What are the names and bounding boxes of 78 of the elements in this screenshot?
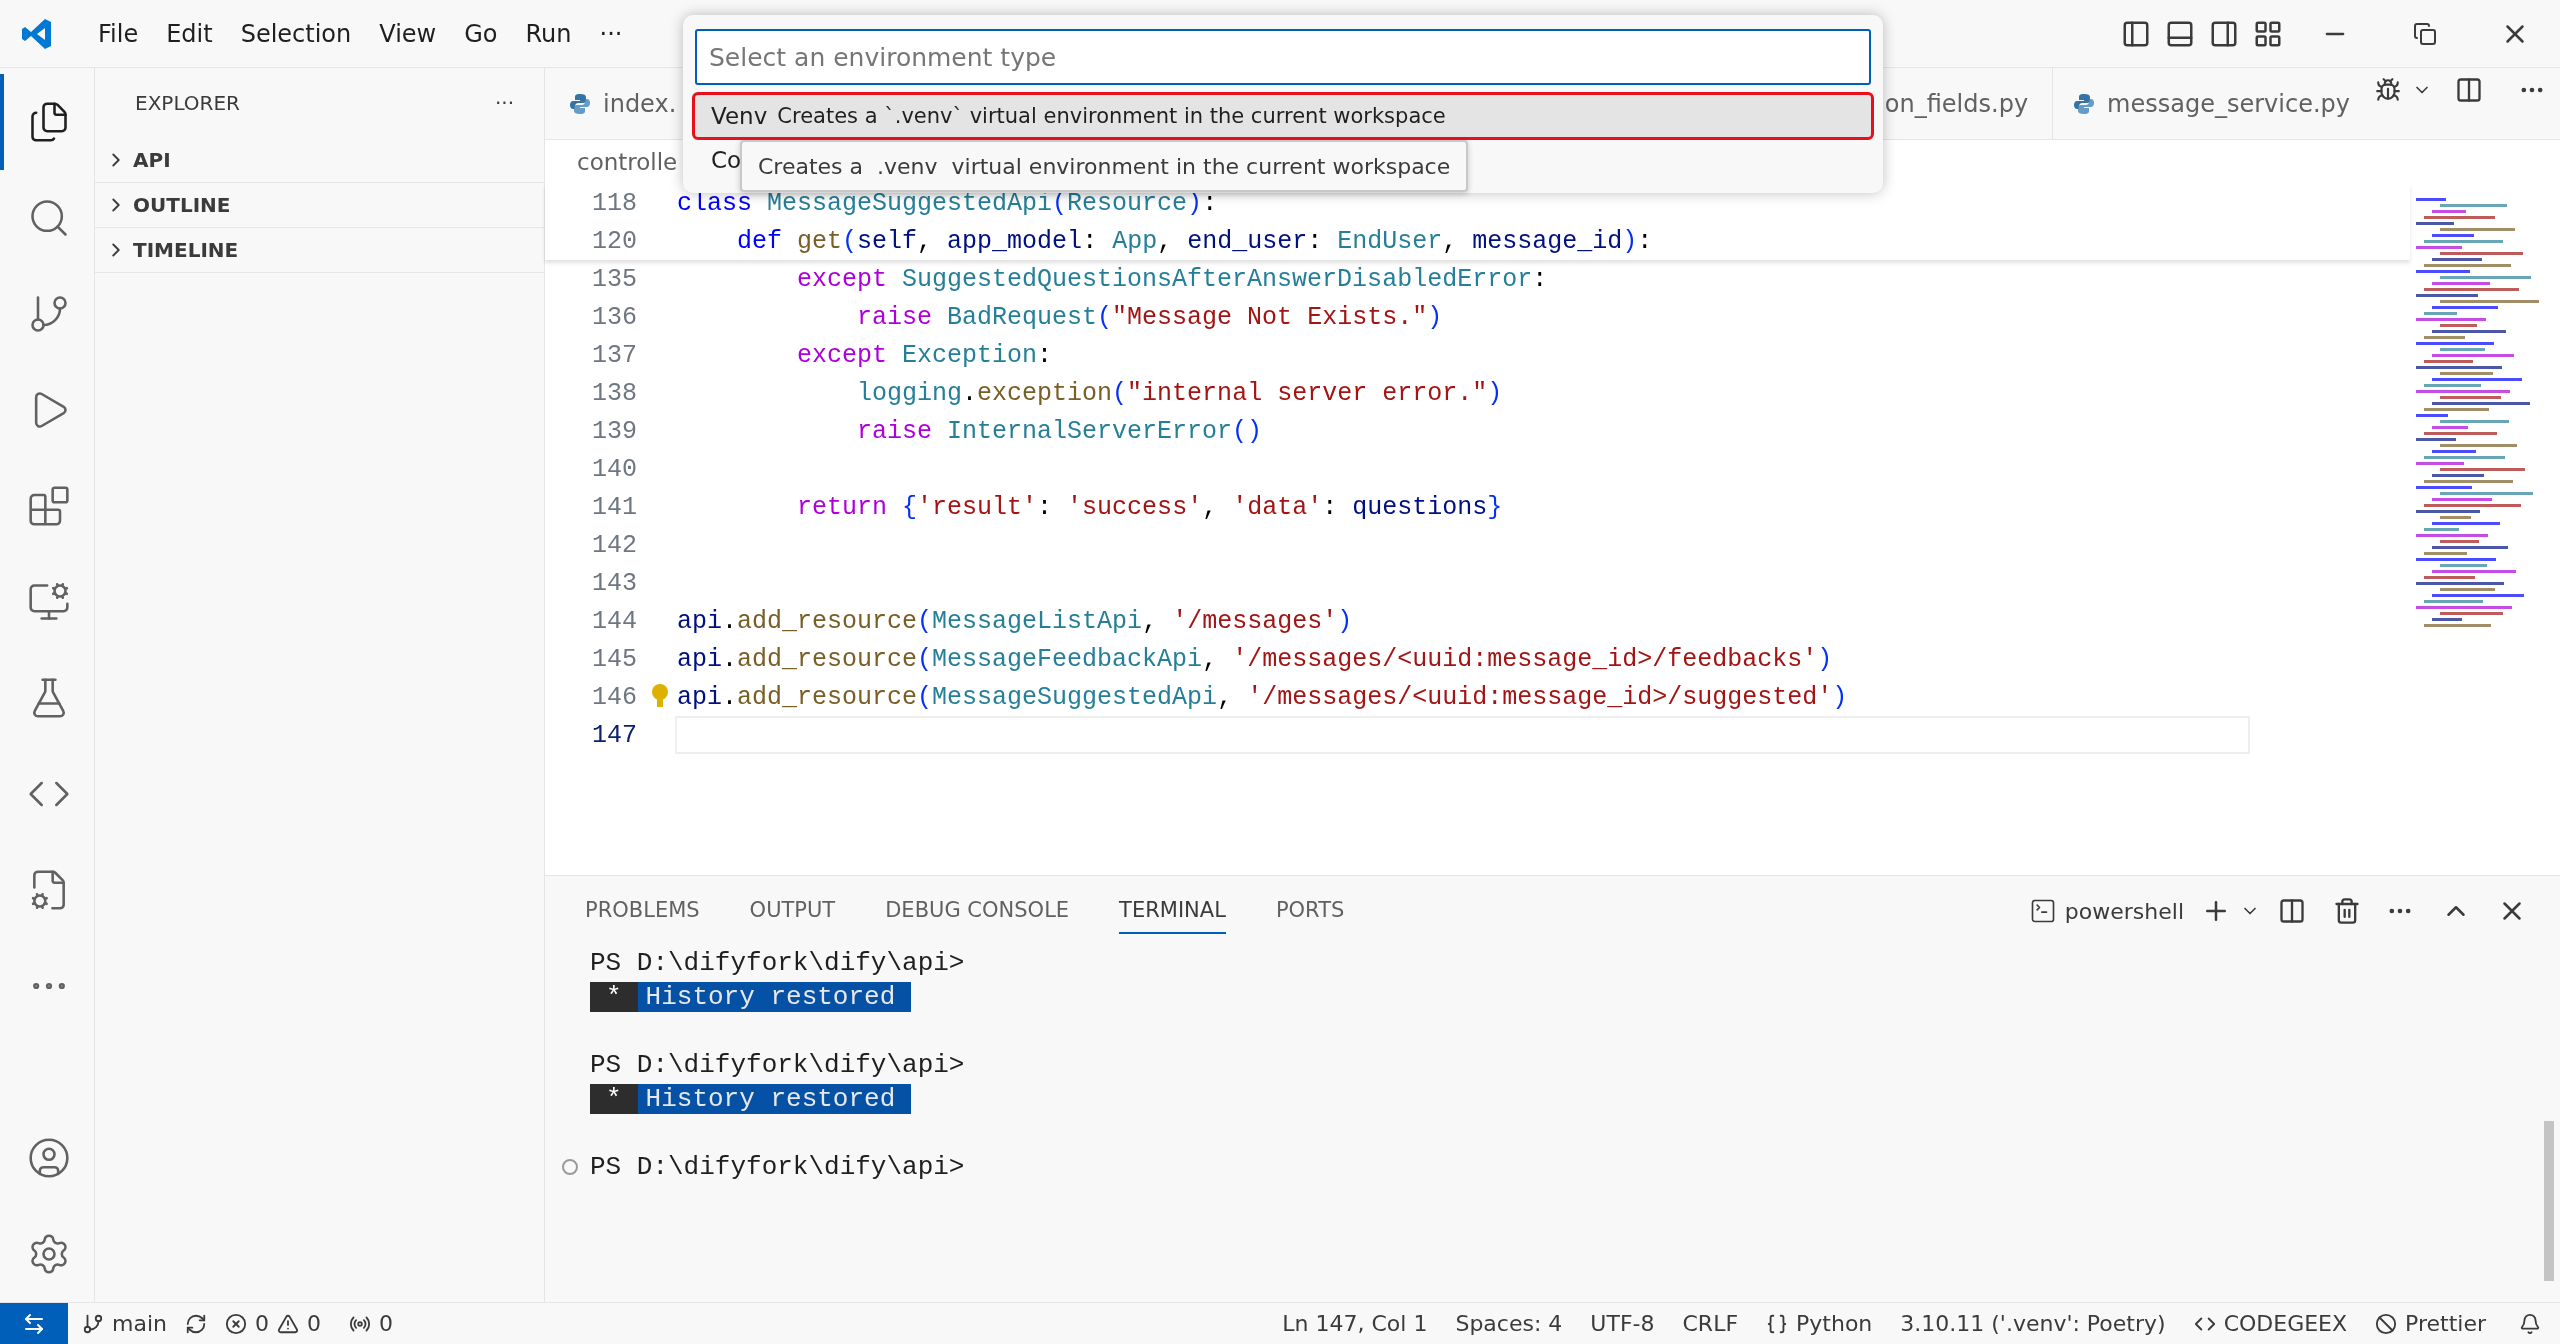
code-line: except SuggestedQuestionsAfterAnswerDisabledError:	[796, 264, 1548, 294]
codegeex-status[interactable]: CODEGEEX	[2179, 1311, 2362, 1336]
code-line: raise InternalServerError()	[856, 416, 1263, 446]
panel-tab[interactable]: PROBLEMS	[585, 888, 700, 934]
status-item[interactable]: 3.10.11 ('.venv': Poetry)	[1886, 1311, 2180, 1336]
line-number: 145	[591, 644, 638, 674]
python-icon	[569, 92, 591, 115]
line-number: 138	[591, 378, 638, 408]
code-line: api.add_resource(MessageFeedbackApi, '/messages/<uuid:message_id>/feedbacks')	[677, 644, 1833, 674]
error-icon	[224, 1312, 247, 1335]
command-decoration-icon	[562, 1159, 578, 1175]
history-message: History restored	[637, 1084, 912, 1114]
code-line: except Exception:	[796, 340, 1053, 370]
branch-status[interactable]: main	[68, 1311, 181, 1336]
more-button[interactable]: ···	[494, 91, 514, 115]
line-number: 120	[591, 226, 638, 256]
line-number: 144	[591, 606, 638, 636]
tooltip: Creates a .venv virtual environment in the current workspace	[740, 140, 1469, 192]
prettier-status[interactable]: Prettier	[2361, 1311, 2500, 1336]
code-line: raise BadRequest("Message Not Exists.")	[856, 302, 1443, 332]
code-line: api.add_resource(MessageSuggestedApi, '/messages/<uuid:message_id>/suggested')	[677, 682, 1848, 712]
history-mark: *	[590, 1084, 638, 1114]
menu-item[interactable]: View	[365, 13, 451, 54]
line-number: 137	[591, 340, 638, 370]
menu-item[interactable]: ···	[585, 13, 637, 54]
status-item[interactable]: CRLF	[1668, 1311, 1753, 1336]
line-number: 142	[591, 530, 638, 560]
panel-tab[interactable]: DEBUG CONSOLE	[885, 888, 1070, 934]
status-item[interactable]: Ln 147, Col 1	[1268, 1311, 1442, 1336]
terminal-prompt: PS D:\difyfork\dify\api>	[590, 1152, 965, 1182]
environment-type-field[interactable]: Select an environment type	[695, 29, 1871, 85]
menu-item[interactable]: Edit	[152, 13, 227, 54]
panel-tab[interactable]: OUTPUT	[749, 888, 836, 934]
terminal-selector[interactable]: powershell	[2028, 897, 2184, 925]
logo-icon	[20, 16, 54, 51]
status-item[interactable]: Spaces: 4	[1441, 1311, 1577, 1336]
code-line: return {'result': 'success', 'data': questions}	[796, 492, 1503, 522]
line-number: 135	[591, 264, 638, 294]
menu-item[interactable]: Selection	[226, 13, 366, 54]
code-line: api.add_resource(MessageListApi, '/messages')	[677, 606, 1353, 636]
menu-item[interactable]: Go	[450, 13, 512, 54]
braces-icon	[1766, 1312, 1789, 1335]
python-icon	[2073, 92, 2096, 115]
language-status[interactable]: Python	[1752, 1311, 1887, 1336]
code-line: logging.exception("internal server error.")	[856, 378, 1503, 408]
sidebar-section[interactable]: OUTLINE	[95, 183, 544, 228]
panel-tab[interactable]: PORTS	[1275, 888, 1345, 934]
line-number: 118	[591, 188, 638, 218]
quick-pick-item[interactable]: Venv Creates a `.venv` virtual environment in the current workspace	[695, 95, 1871, 137]
menu-item[interactable]: File	[84, 13, 153, 54]
history-mark: *	[590, 982, 638, 1012]
line-number: 143	[591, 568, 638, 598]
sidebar-section[interactable]: API	[95, 138, 544, 183]
scrollbar[interactable]	[2544, 1121, 2554, 1281]
status-item[interactable]: UTF-8	[1576, 1311, 1669, 1336]
line-number: 141	[591, 492, 638, 522]
sidebar-title: EXPLORER	[135, 91, 240, 115]
problems-status[interactable]: 0 0	[210, 1311, 335, 1336]
panel-tab[interactable]: TERMINAL	[1119, 888, 1226, 934]
history-message: History restored	[637, 982, 912, 1012]
branch-icon	[82, 1312, 104, 1335]
code-line: def get(self, app_model: App, end_user: EndUser, message_id):	[736, 226, 1653, 256]
line-number: 140	[591, 454, 638, 484]
line-number: 147	[591, 720, 638, 750]
remote-button[interactable]	[0, 1302, 68, 1344]
line-number: 139	[591, 416, 638, 446]
warning-icon	[276, 1312, 299, 1335]
breadcrumb[interactable]: controlle	[577, 149, 678, 175]
terminal-prompt: PS D:\difyfork\dify\api>	[590, 1050, 965, 1080]
line-number: 146	[591, 682, 638, 712]
menu-item[interactable]: Run	[511, 13, 586, 54]
line-number: 136	[591, 302, 638, 332]
quick-pick-item[interactable]: Co	[695, 139, 742, 181]
terminal-prompt: PS D:\difyfork\dify\api>	[590, 948, 965, 978]
prohibited-icon	[2375, 1312, 2398, 1335]
sidebar-section[interactable]: TIMELINE	[95, 228, 544, 273]
ports-status[interactable]: 0	[334, 1311, 407, 1336]
remote-icon	[22, 1311, 46, 1336]
